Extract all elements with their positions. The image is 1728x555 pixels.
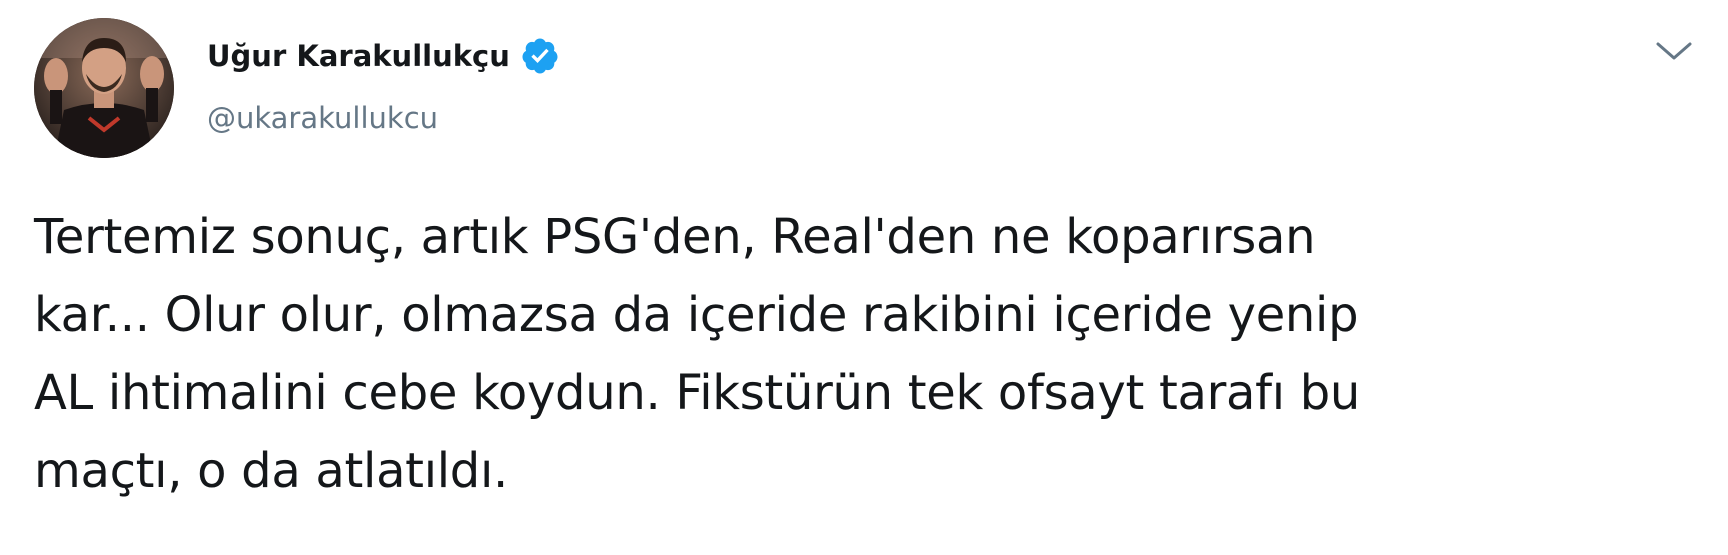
tweet-text-line: AL ihtimalini cebe koydun. Fikstürün tek… — [34, 365, 1361, 421]
tweet-text-line: kar... Olur olur, olmazsa da içeride rak… — [34, 287, 1359, 343]
avatar[interactable] — [34, 18, 174, 158]
tweet-text: Tertemiz sonuç, artık PSG'den, Real'den … — [34, 198, 1694, 510]
tweet-text-line: Tertemiz sonuç, artık PSG'den, Real'den … — [34, 209, 1316, 265]
author-handle[interactable]: @ukarakullukcu — [207, 98, 438, 138]
chevron-down-icon — [1656, 42, 1692, 60]
author-display-name[interactable]: Uğur Karakullukçu — [207, 36, 510, 76]
tweet-card: Uğur Karakullukçu @ukarakullukcu Tertemi… — [0, 0, 1728, 555]
verified-badge-icon — [520, 36, 560, 76]
tweet-text-line: maçtı, o da atlatıldı. — [34, 443, 508, 499]
profile-photo — [34, 18, 174, 158]
tweet-menu-button[interactable] — [1652, 34, 1696, 68]
author-name-row: Uğur Karakullukçu — [207, 36, 560, 76]
